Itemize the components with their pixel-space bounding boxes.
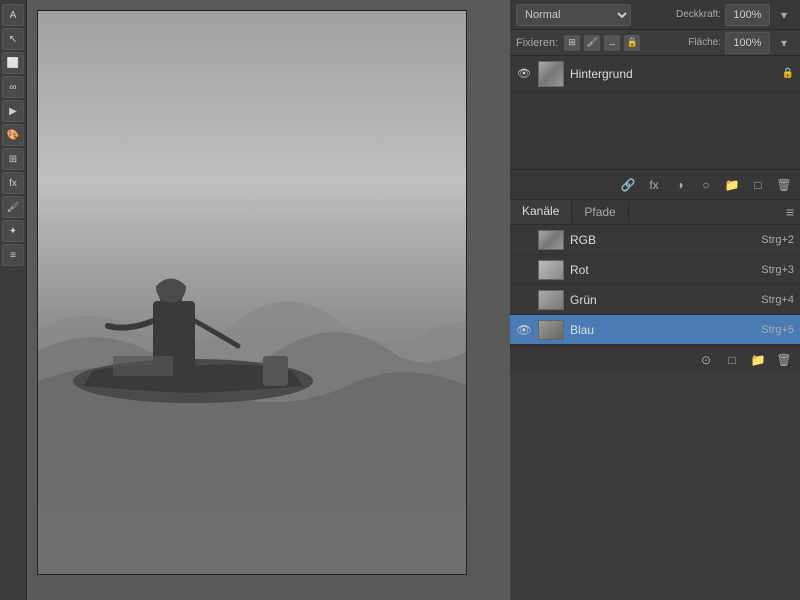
channel-item-rot[interactable]: Rot Strg+3 bbox=[510, 255, 800, 285]
channel-blau-shortcut: Strg+5 bbox=[761, 324, 794, 336]
left-toolbar: A ↖ ⬜ ∞ ▶ 🎨 ⊞ fx 🖌 ✦ ≡ bbox=[0, 0, 27, 600]
channel-item-gruen[interactable]: Grün Strg+4 bbox=[510, 285, 800, 315]
fix-lock-icon[interactable]: 🔒 bbox=[624, 35, 640, 51]
fix-brush-icon[interactable]: 🖌 bbox=[584, 35, 600, 51]
flaeche-section: Fläche: ▾ bbox=[688, 32, 794, 54]
channel-rgb-name: RGB bbox=[570, 233, 755, 247]
canvas-svg bbox=[38, 11, 467, 575]
layer-name: Hintergrund bbox=[570, 67, 776, 81]
tool-move[interactable]: ↖ bbox=[2, 28, 24, 50]
channel-rot-name: Rot bbox=[570, 263, 755, 277]
tool-paint[interactable]: 🖌 bbox=[2, 196, 24, 218]
tool-play[interactable]: ▶ bbox=[2, 100, 24, 122]
panel-tabs: Kanäle Pfade ≡ bbox=[510, 200, 800, 225]
fix-label: Fixieren: bbox=[516, 37, 558, 49]
channel-list: RGB Strg+2 Rot Strg+3 bbox=[510, 225, 800, 345]
layers-header: Normal Deckkraft: ▾ bbox=[510, 0, 800, 30]
layer-visibility-icon[interactable]: 👁 bbox=[516, 66, 532, 82]
canvas-area bbox=[27, 0, 510, 600]
tab-pfade[interactable]: Pfade bbox=[572, 201, 628, 223]
opacity-dropdown-btn[interactable]: ▾ bbox=[774, 5, 794, 25]
tool-text[interactable]: A bbox=[2, 4, 24, 26]
channel-gruen-name: Grün bbox=[570, 293, 755, 307]
blend-mode-select[interactable]: Normal bbox=[516, 4, 631, 26]
channel-selection-btn[interactable]: ⊙ bbox=[696, 350, 716, 370]
layer-list: 👁 Hintergrund 🔒 bbox=[510, 56, 800, 169]
fix-position-icon[interactable]: ⊞ bbox=[564, 35, 580, 51]
channel-delete-btn[interactable]: 🗑 bbox=[774, 350, 794, 370]
channel-blau-eye[interactable]: 👁 bbox=[516, 322, 532, 338]
channel-gruen-shortcut: Strg+4 bbox=[761, 294, 794, 306]
canvas-image bbox=[37, 10, 467, 575]
layer-fx-btn[interactable]: fx bbox=[644, 175, 664, 195]
tab-kanale[interactable]: Kanäle bbox=[510, 200, 572, 224]
channel-folder-btn[interactable]: 📁 bbox=[748, 350, 768, 370]
channel-rgb-shortcut: Strg+2 bbox=[761, 234, 794, 246]
fix-icons: ⊞ 🖌 ↔ 🔒 bbox=[564, 35, 640, 51]
channel-blau-thumb bbox=[538, 320, 564, 340]
channel-gruen-thumb bbox=[538, 290, 564, 310]
layer-thumbnail bbox=[538, 61, 564, 87]
fix-transform-icon[interactable]: ↔ bbox=[604, 35, 620, 51]
tool-lasso[interactable]: ∞ bbox=[2, 76, 24, 98]
tool-select[interactable]: ✦ bbox=[2, 220, 24, 242]
channel-blau-name: Blau bbox=[570, 323, 755, 337]
opacity-input[interactable] bbox=[725, 4, 770, 26]
channel-item-rgb[interactable]: RGB Strg+2 bbox=[510, 225, 800, 255]
channel-rot-thumb bbox=[538, 260, 564, 280]
fix-row: Fixieren: ⊞ 🖌 ↔ 🔒 Fläche: ▾ bbox=[510, 30, 800, 56]
flaeche-label: Fläche: bbox=[688, 37, 721, 48]
channels-section: Kanäle Pfade ≡ RGB Strg+2 bbox=[510, 200, 800, 600]
channel-rot-eye[interactable] bbox=[516, 262, 532, 278]
canvas-image-content bbox=[38, 11, 466, 574]
channel-gruen-eye[interactable] bbox=[516, 292, 532, 308]
flaeche-dropdown-btn[interactable]: ▾ bbox=[774, 33, 794, 53]
layer-link-btn[interactable]: 🔗 bbox=[618, 175, 638, 195]
flaeche-input[interactable] bbox=[725, 32, 770, 54]
tool-extra[interactable]: ≡ bbox=[2, 244, 24, 266]
channel-rot-shortcut: Strg+3 bbox=[761, 264, 794, 276]
layer-lock-icon: 🔒 bbox=[782, 68, 794, 79]
channel-item-blau[interactable]: 👁 Blau Strg+5 bbox=[510, 315, 800, 345]
main-layout: A ↖ ⬜ ∞ ▶ 🎨 ⊞ fx 🖌 ✦ ≡ bbox=[0, 0, 800, 600]
layers-section: Normal Deckkraft: ▾ Fixieren: ⊞ 🖌 ↔ 🔒 bbox=[510, 0, 800, 200]
layer-adjustment-btn[interactable]: ◑ bbox=[670, 175, 690, 195]
tool-fx[interactable]: fx bbox=[2, 172, 24, 194]
layer-mask-btn[interactable]: ○ bbox=[696, 175, 716, 195]
channel-new-btn[interactable]: □ bbox=[722, 350, 742, 370]
channels-bottom-toolbar: ⊙ □ 📁 🗑 bbox=[510, 345, 800, 373]
layer-new-btn[interactable]: □ bbox=[748, 175, 768, 195]
layer-delete-btn[interactable]: 🗑 bbox=[774, 175, 794, 195]
channel-rgb-thumb bbox=[538, 230, 564, 250]
channel-rgb-eye[interactable] bbox=[516, 232, 532, 248]
tool-grid[interactable]: ⊞ bbox=[2, 148, 24, 170]
tool-color[interactable]: 🎨 bbox=[2, 124, 24, 146]
tool-marquee[interactable]: ⬜ bbox=[2, 52, 24, 74]
opacity-section: Deckkraft: ▾ bbox=[676, 4, 794, 26]
panel-menu-btn[interactable]: ≡ bbox=[780, 202, 800, 222]
layers-bottom-toolbar: 🔗 fx ◑ ○ 📁 □ 🗑 bbox=[510, 169, 800, 199]
layer-item-hintergrund[interactable]: 👁 Hintergrund 🔒 bbox=[510, 56, 800, 92]
layer-folder-btn[interactable]: 📁 bbox=[722, 175, 742, 195]
opacity-label: Deckkraft: bbox=[676, 9, 721, 20]
right-panel: Normal Deckkraft: ▾ Fixieren: ⊞ 🖌 ↔ 🔒 bbox=[510, 0, 800, 600]
